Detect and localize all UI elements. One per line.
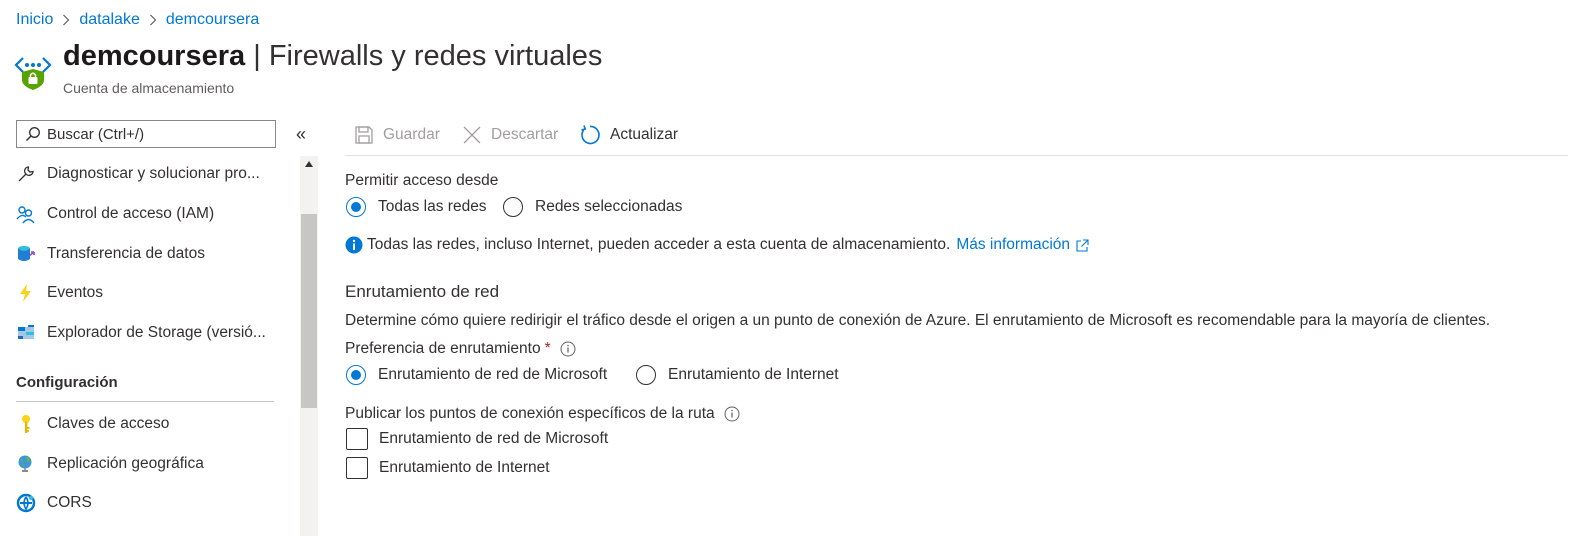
discard-button[interactable]: Descartar [462,122,558,148]
sidebar-item-data-transfer[interactable]: Transferencia de datos [16,240,205,268]
toolbar-divider [345,155,1568,156]
save-button[interactable]: Guardar [354,122,440,148]
firewall-resource-icon [14,50,52,90]
sidebar-item-access-keys[interactable]: Claves de acceso [16,410,169,438]
breadcrumb: Inicio datalake demcoursera [16,8,259,32]
wrench-icon [16,164,36,184]
key-icon [16,414,36,434]
checkbox-box [346,457,368,479]
radio-label: Todas las redes [378,198,487,215]
chevron-right-icon [149,14,157,26]
sidebar-search[interactable] [16,120,276,148]
breadcrumb-demcoursera[interactable]: demcoursera [166,11,259,29]
resource-name: demcoursera [63,40,246,72]
refresh-label: Actualizar [610,126,679,143]
radio-all-networks[interactable]: Todas las redes [346,197,487,217]
external-link-icon [1076,238,1089,252]
checkbox-label: Enrutamiento de Internet [379,459,550,476]
close-icon [462,125,482,145]
radio-unselected-indicator [636,365,656,385]
sidebar-item-label: CORS [47,494,92,511]
network-routing-title: Enrutamiento de red [345,282,500,301]
sidebar-item-geo-replication[interactable]: Replicación geográfica [16,450,204,478]
checkbox-publish-internet[interactable]: Enrutamiento de Internet [346,457,550,479]
radio-selected-indicator [346,197,366,217]
sidebar-item-label: Control de acceso (IAM) [47,205,215,222]
breadcrumb-datalake[interactable]: datalake [79,11,140,29]
data-transfer-icon [16,244,36,264]
radio-label: Redes seleccionadas [535,198,683,215]
sidebar-item-events[interactable]: Eventos [16,279,103,307]
discard-label: Descartar [491,126,559,143]
radio-unselected-indicator [503,197,523,217]
radio-selected-indicator [346,365,366,385]
save-icon [354,125,374,145]
sidebar-item-diagnose[interactable]: Diagnosticar y solucionar pro... [16,160,260,188]
sidebar-item-label: Claves de acceso [47,415,170,432]
storage-explorer-icon [16,323,36,343]
sidebar-item-iam[interactable]: Control de acceso (IAM) [16,200,214,228]
more-info-label: Más información [956,236,1071,253]
scroll-up-arrow-icon[interactable] [300,160,318,174]
radio-microsoft-routing[interactable]: Enrutamiento de red de Microsoft [346,365,607,385]
section-title: Firewalls y redes virtuales [268,40,603,72]
page-title: demcoursera | Firewalls y redes virtuale… [63,40,602,73]
title-separator: | [253,40,261,72]
checkbox-label: Enrutamiento de red de Microsoft [379,430,609,447]
radio-selected-networks[interactable]: Redes seleccionadas [503,197,682,217]
sidebar-item-storage-explorer[interactable]: Explorador de Storage (versió... [16,319,266,347]
refresh-icon [579,124,601,146]
routing-preference-label: Preferencia de enrutamiento [345,340,541,357]
search-icon [17,126,41,142]
allow-access-label: Permitir acceso desde [345,172,499,189]
sidebar-group-configuration: Configuración [16,374,118,391]
collapse-sidebar-button[interactable]: « [292,124,310,145]
breadcrumb-inicio[interactable]: Inicio [16,11,53,29]
publish-endpoints-label: Publicar los puntos de conexión específi… [345,405,715,422]
page-subtitle: Cuenta de almacenamiento [63,80,235,96]
cors-icon [16,493,36,513]
info-text: Todas las redes, incluso Internet, puede… [367,236,951,253]
sidebar-item-label: Diagnosticar y solucionar pro... [47,165,260,182]
sidebar-item-label: Transferencia de datos [47,245,205,262]
info-icon[interactable] [560,341,576,357]
chevron-right-icon [62,14,70,26]
sidebar-item-label: Replicación geográfica [47,455,204,472]
access-info-message: Todas las redes, incluso Internet, puede… [345,236,1089,254]
search-input[interactable] [47,125,267,143]
sidebar-item-label: Eventos [47,284,104,301]
sidebar-scrollbar-thumb[interactable] [301,214,317,408]
required-marker: * [544,340,551,357]
radio-label: Enrutamiento de Internet [668,366,839,383]
radio-internet-routing[interactable]: Enrutamiento de Internet [636,365,839,385]
sidebar-item-cors[interactable]: CORS [16,489,92,517]
refresh-button[interactable]: Actualizar [579,122,678,148]
save-label: Guardar [383,126,440,143]
routing-preference-label-row: Preferencia de enrutamiento * [345,340,576,358]
info-icon[interactable] [724,406,740,422]
sidebar-group-divider [16,401,274,402]
checkbox-publish-microsoft[interactable]: Enrutamiento de red de Microsoft [346,428,608,450]
sidebar-item-label: Explorador de Storage (versió... [47,324,266,341]
publish-endpoints-label-row: Publicar los puntos de conexión específi… [345,405,740,423]
network-routing-description: Determine cómo quiere redirigir el tráfi… [345,312,1491,329]
more-info-link[interactable]: Más información [956,236,1089,254]
checkbox-box [346,428,368,450]
radio-label: Enrutamiento de red de Microsoft [378,366,608,383]
lightning-icon [16,283,36,303]
globe-icon [16,454,36,474]
people-icon [16,204,36,224]
info-filled-icon [345,236,363,254]
